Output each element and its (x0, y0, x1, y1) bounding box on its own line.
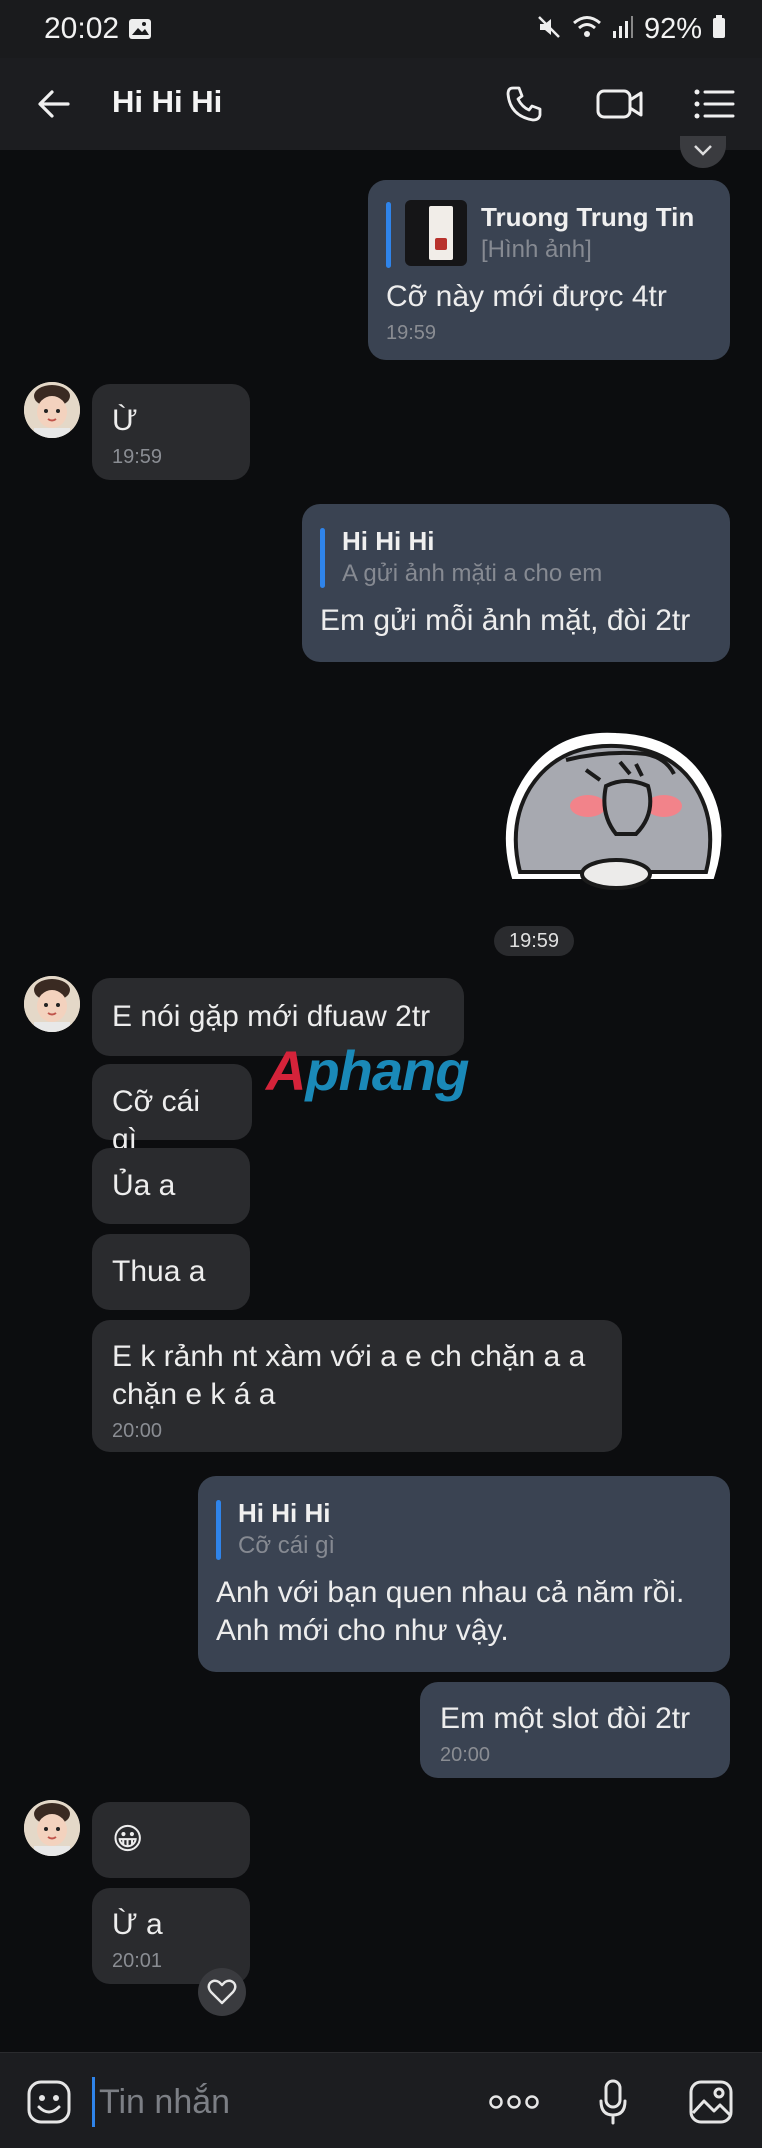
incoming-message[interactable]: Thua a (92, 1234, 250, 1310)
message-text: Thua a (112, 1255, 206, 1288)
outgoing-message[interactable]: Em một slot đòi 2tr 20:00 (420, 1682, 730, 1778)
signal-icon (612, 15, 634, 44)
chat-header: Hi Hi Hi (0, 58, 762, 150)
incoming-message[interactable]: Cỡ cái gì (92, 1064, 252, 1156)
wifi-icon (572, 15, 602, 44)
gallery-notification-icon (128, 18, 152, 40)
message-text: Em gửi mỗi ảnh mặt, đòi 2tr (320, 604, 691, 637)
quote-text: A gửi ảnh mặti a cho em (342, 560, 603, 587)
image-gallery-icon (689, 2080, 733, 2124)
more-dots-icon (489, 2095, 539, 2109)
message-time: 20:00 (112, 1420, 163, 1442)
outgoing-message[interactable]: Truong Trung Tin [Hình ảnh] Cỡ này mới đ… (368, 180, 730, 360)
sticker-image (505, 732, 722, 890)
watermark-logo: Aphang (266, 1039, 469, 1102)
status-indicators: 92% (536, 12, 726, 46)
mute-icon (536, 14, 562, 45)
chat-title[interactable]: Hi Hi Hi (112, 84, 222, 120)
sticker-message[interactable] (496, 724, 728, 896)
quote-bar (386, 202, 391, 268)
scroll-down-button[interactable] (680, 136, 726, 168)
message-time: 20:00 (440, 1744, 491, 1766)
reply-quote[interactable]: Truong Trung Tin [Hình ảnh] (386, 200, 712, 268)
outgoing-message[interactable]: Hi Hi Hi Cỡ cái gì Anh với bạn quen nhau… (198, 1476, 730, 1672)
video-camera-icon (596, 89, 643, 119)
status-time: 20:02 (44, 12, 120, 45)
message-time: 19:59 (112, 446, 163, 468)
chat-options-button[interactable] (686, 76, 742, 132)
back-button[interactable] (30, 80, 78, 128)
phone-icon (506, 86, 542, 122)
message-text: 😀 (112, 1823, 144, 1856)
message-input[interactable] (92, 2077, 452, 2127)
react-heart-button[interactable] (198, 1968, 246, 2016)
battery-icon (712, 14, 726, 44)
avatar[interactable] (24, 382, 80, 438)
avatar[interactable] (24, 976, 80, 1032)
quote-text: Cỡ cái gì (238, 1532, 336, 1559)
quote-author: Hi Hi Hi (342, 526, 435, 556)
status-bar: 20:02 92% (0, 0, 762, 58)
emoji-icon (27, 2080, 71, 2124)
message-text: Ừ a (112, 1908, 163, 1941)
more-options-button[interactable] (486, 2077, 542, 2127)
message-text: Anh với bạn quen nhau cả năm rồi. Anh mớ… (216, 1576, 685, 1647)
quote-author: Hi Hi Hi (238, 1498, 331, 1528)
message-text: Ủa a (112, 1169, 176, 1202)
quote-author: Truong Trung Tin (481, 202, 695, 232)
message-text: E nói gặp mới dfuaw 2tr (112, 1000, 431, 1033)
message-text: Ừ (112, 404, 138, 437)
gallery-button[interactable] (686, 2077, 736, 2127)
reply-quote[interactable]: Hi Hi Hi A gửi ảnh mặti a cho em (320, 524, 712, 590)
incoming-message[interactable]: Ủa a (92, 1148, 250, 1224)
reply-quote[interactable]: Hi Hi Hi Cỡ cái gì (216, 1496, 712, 1562)
voice-call-button[interactable] (496, 76, 552, 132)
list-menu-icon (694, 89, 735, 119)
sticker-time: 19:59 (494, 926, 574, 956)
microphone-icon (599, 2079, 627, 2125)
chevron-down-icon (694, 145, 712, 156)
message-text: E k rảnh nt xàm với a e ch chặn a a chặn… (112, 1340, 586, 1411)
composer-bar (0, 2052, 762, 2148)
heart-icon (207, 1979, 237, 2005)
quoted-image-thumbnail (405, 200, 467, 266)
avatar[interactable] (24, 1800, 80, 1856)
incoming-message[interactable]: E k rảnh nt xàm với a e ch chặn a a chặn… (92, 1320, 622, 1452)
message-text: Em một slot đòi 2tr (440, 1702, 691, 1735)
voice-record-button[interactable] (588, 2077, 638, 2127)
battery-percent: 92% (643, 12, 702, 45)
outgoing-message[interactable]: Hi Hi Hi A gửi ảnh mặti a cho em Em gửi … (302, 504, 730, 662)
message-text: Cỡ này mới được 4tr (386, 280, 667, 313)
incoming-message[interactable]: 😀 (92, 1802, 250, 1878)
quote-text: [Hình ảnh] (481, 236, 592, 263)
video-call-button[interactable] (592, 76, 648, 132)
back-arrow-icon (38, 90, 70, 118)
emoji-sticker-button[interactable] (24, 2077, 74, 2127)
message-time: 19:59 (386, 322, 437, 344)
incoming-message[interactable]: Ừ 19:59 (92, 384, 250, 480)
